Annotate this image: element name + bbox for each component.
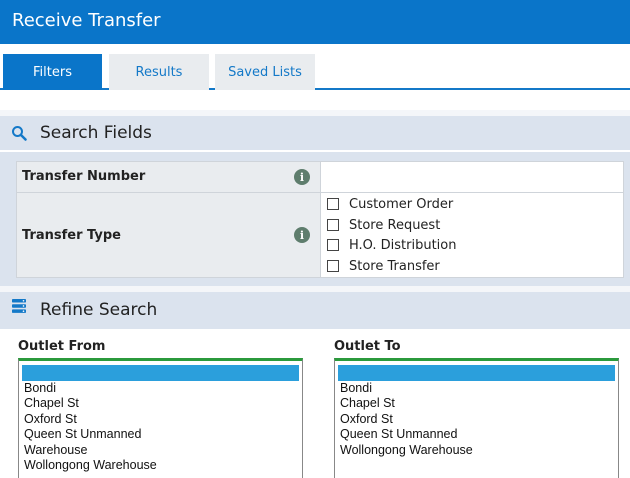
list-option[interactable]: Oxford St [338, 412, 615, 428]
transfer-type-label-cell: Transfer Type i [17, 193, 320, 277]
list-option[interactable]: Warehouse [22, 443, 299, 459]
transfer-number-input[interactable] [320, 162, 623, 192]
list-option[interactable] [22, 365, 299, 381]
transfer-number-row: Transfer Number i [17, 162, 623, 193]
checkbox-box[interactable] [327, 219, 339, 231]
list-option[interactable]: Wollongong Warehouse [22, 458, 299, 474]
info-icon[interactable]: i [294, 169, 310, 185]
transfer-number-label-cell: Transfer Number i [17, 162, 320, 192]
info-icon[interactable]: i [294, 227, 310, 243]
checkbox-box[interactable] [327, 260, 339, 272]
search-fields-title: Search Fields [40, 123, 152, 143]
search-icon [12, 126, 27, 141]
checkbox-store-transfer[interactable]: Store Transfer [327, 257, 440, 275]
list-option[interactable] [338, 365, 615, 381]
tab-results[interactable]: Results [109, 54, 209, 90]
checkbox-box[interactable] [327, 198, 339, 210]
checkbox-customer-order[interactable]: Customer Order [327, 195, 453, 213]
list-option[interactable]: Chapel St [338, 396, 615, 412]
refine-search-title: Refine Search [40, 300, 158, 320]
list-option[interactable]: Bondi [22, 381, 299, 397]
outlet-from-label: Outlet From [18, 339, 106, 354]
outlet-from-listbox[interactable]: Bondi Chapel St Oxford St Queen St Unman… [18, 358, 303, 478]
list-option[interactable]: Bondi [338, 381, 615, 397]
title-bar: Receive Transfer [0, 0, 630, 44]
transfer-type-options: Customer Order Store Request H.O. Distri… [320, 193, 623, 277]
tab-saved-lists[interactable]: Saved Lists [215, 54, 315, 90]
list-option[interactable]: Chapel St [22, 396, 299, 412]
checkbox-label: Store Transfer [349, 258, 440, 274]
outlet-to-label: Outlet To [334, 339, 401, 354]
tab-filters[interactable]: Filters [3, 54, 102, 90]
transfer-type-row: Transfer Type i Customer Order Store Req… [17, 193, 623, 277]
tab-strip: Filters Results Saved Lists [0, 44, 630, 90]
search-fields-header: Search Fields [0, 110, 630, 150]
search-fields-table: Transfer Number i Transfer Type i Custom… [16, 161, 624, 278]
server-stack-icon [12, 299, 26, 313]
refine-search-header: Refine Search [0, 286, 630, 329]
checkbox-ho-distribution[interactable]: H.O. Distribution [327, 236, 457, 254]
checkbox-label: H.O. Distribution [349, 237, 457, 253]
transfer-number-label: Transfer Number [22, 169, 146, 184]
transfer-type-label: Transfer Type [22, 228, 121, 243]
outlet-to-listbox[interactable]: Bondi Chapel St Oxford St Queen St Unman… [334, 358, 619, 478]
checkbox-label: Customer Order [349, 196, 454, 212]
list-option[interactable]: Oxford St [22, 412, 299, 428]
checkbox-store-request[interactable]: Store Request [327, 216, 440, 234]
list-option[interactable]: Wollongong Warehouse [338, 443, 615, 459]
checkbox-box[interactable] [327, 239, 339, 251]
list-option[interactable]: Queen St Unmanned [22, 427, 299, 443]
list-option[interactable]: Queen St Unmanned [338, 427, 615, 443]
page-title: Receive Transfer [12, 10, 161, 31]
checkbox-label: Store Request [349, 217, 441, 233]
